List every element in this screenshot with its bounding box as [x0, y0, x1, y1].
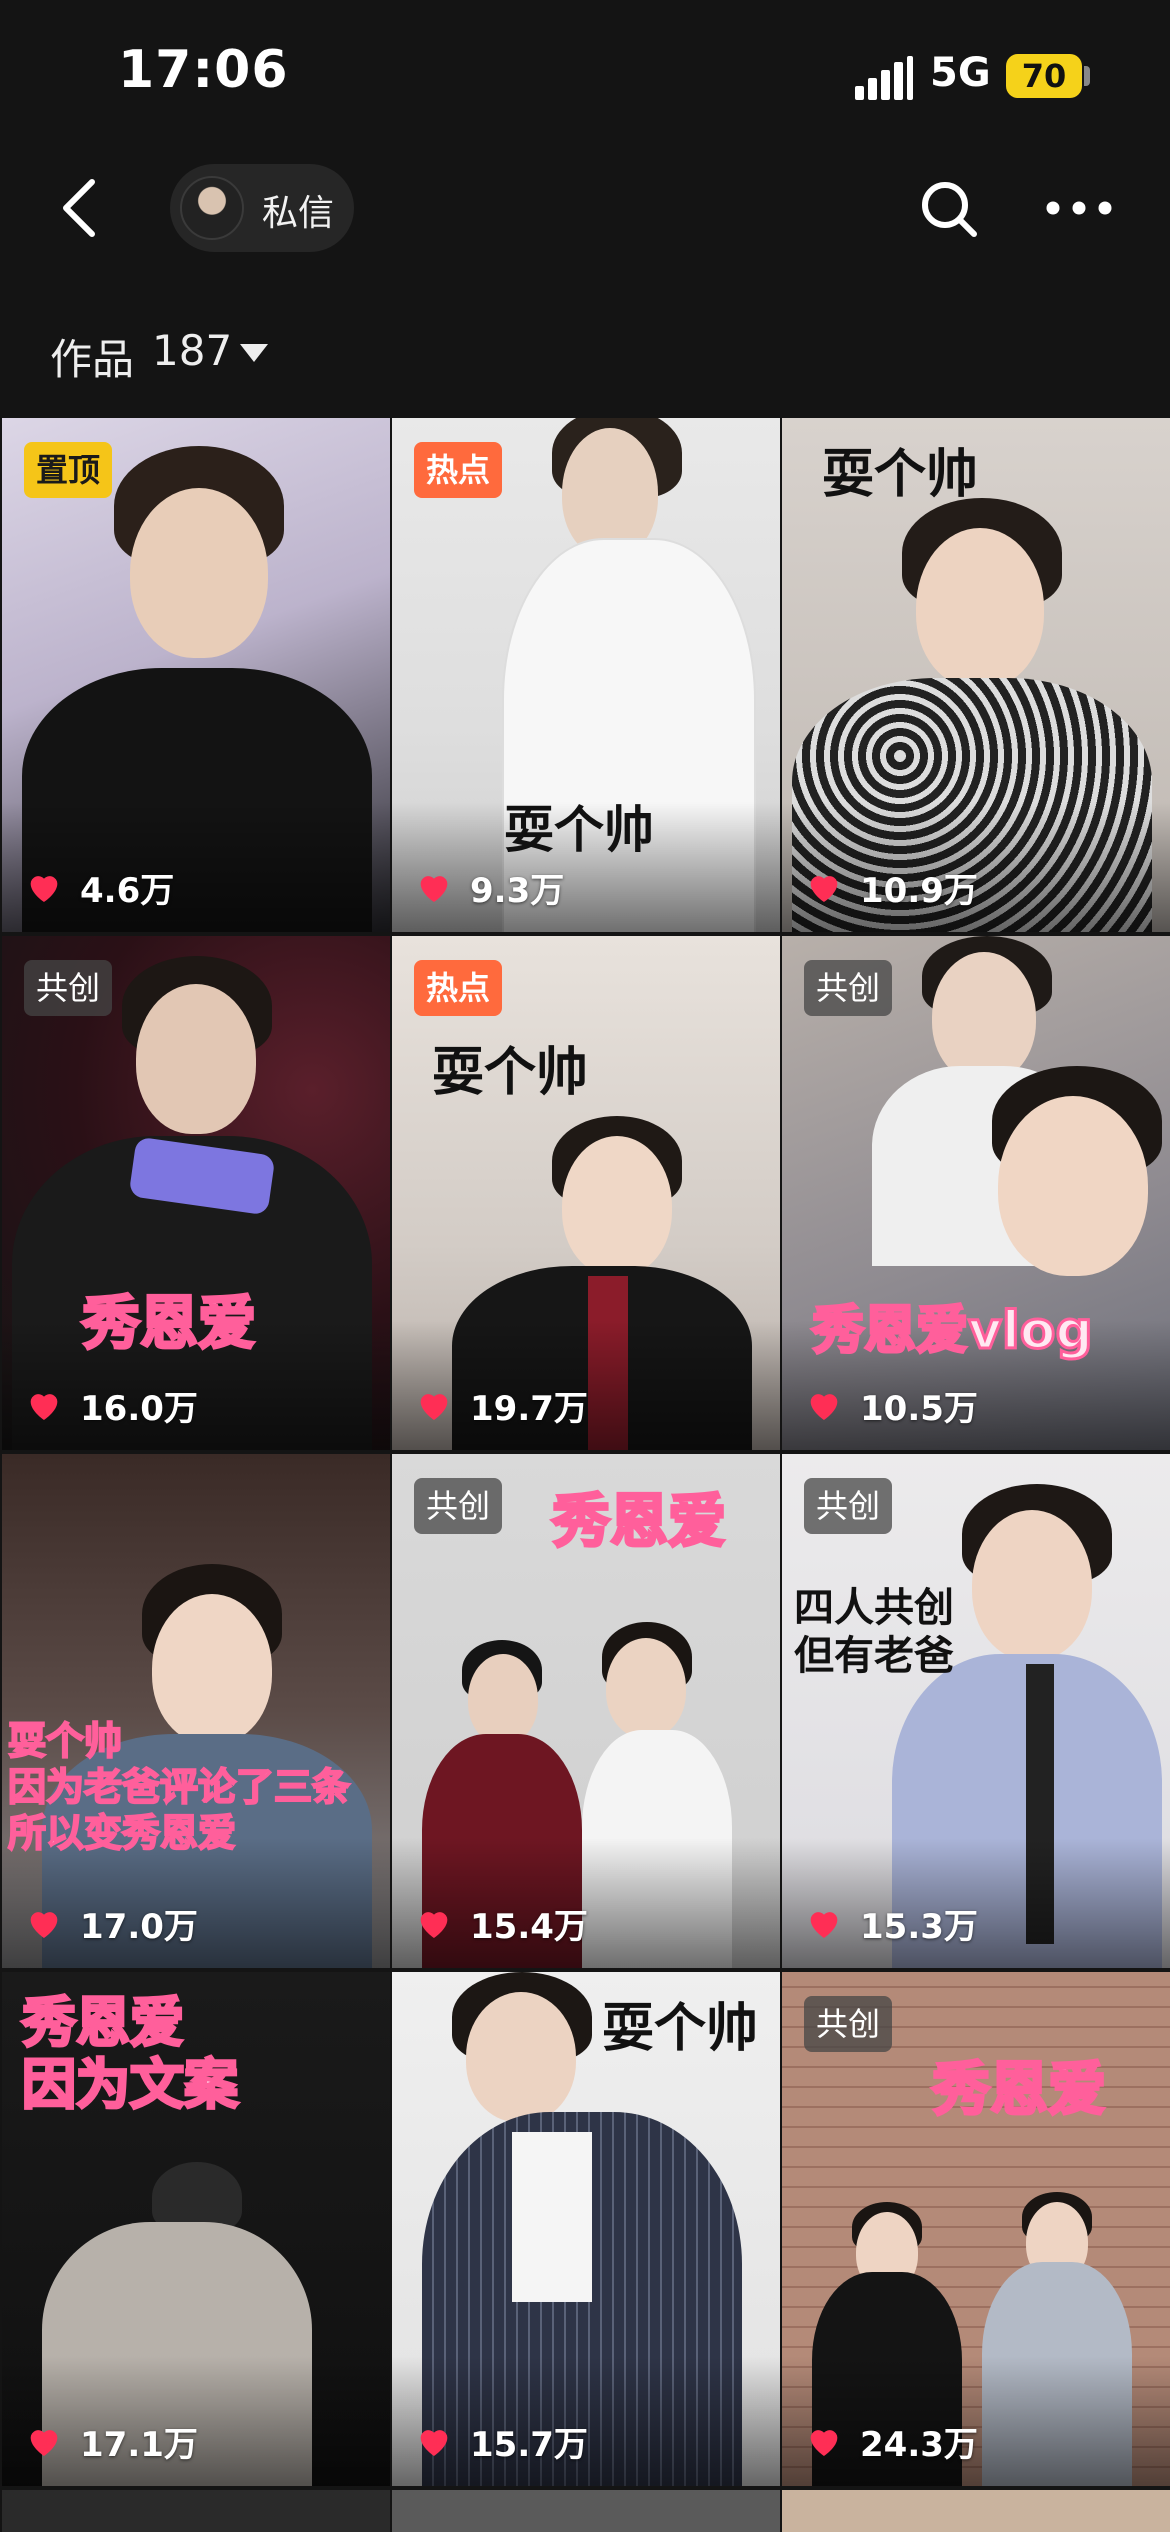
like-count-text: 4.6万 — [80, 870, 175, 911]
video-tile[interactable]: 共创 秀恩爱 16.0万 — [2, 936, 390, 1450]
co-create-badge: 共创 — [24, 960, 113, 1016]
like-count-text: 9.3万 — [470, 870, 565, 911]
like-count: 17.1万 — [24, 2416, 198, 2466]
heart-icon — [30, 1912, 58, 1938]
like-count-text: 17.0万 — [80, 1906, 198, 1947]
like-count-text: 24.3万 — [860, 2424, 978, 2465]
heart-icon — [30, 2430, 58, 2456]
signal-icon — [855, 56, 913, 100]
video-tile[interactable] — [392, 2490, 780, 2532]
video-tile[interactable]: 共创 秀恩爱 15.4万 — [392, 1454, 780, 1968]
like-count: 15.3万 — [804, 1898, 978, 1948]
video-tile[interactable]: 耍个帅 15.7万 — [392, 1972, 780, 2486]
avatar — [180, 176, 244, 240]
search-button[interactable] — [918, 178, 980, 240]
heart-icon — [420, 1912, 448, 1938]
like-count: 24.3万 — [804, 2416, 978, 2466]
more-button[interactable] — [1044, 190, 1114, 226]
video-tile[interactable]: 共创 四人共创 但有老爸 15.3万 — [782, 1454, 1170, 1968]
like-count: 10.5万 — [804, 1380, 978, 1430]
like-count: 17.0万 — [24, 1898, 198, 1948]
battery-level: 70 — [1006, 54, 1082, 98]
like-count-text: 10.5万 — [860, 1388, 978, 1429]
like-count-text: 15.4万 — [470, 1906, 588, 1947]
heart-icon — [420, 1394, 448, 1420]
heart-icon — [810, 1912, 838, 1938]
like-count-text: 17.1万 — [80, 2424, 198, 2465]
video-caption: 耍个帅 — [822, 445, 979, 505]
co-create-badge: 共创 — [804, 960, 893, 1016]
video-caption: 四人共创 但有老爸 — [794, 1585, 954, 1679]
video-tile[interactable] — [2, 2490, 390, 2532]
heart-icon — [810, 2430, 838, 2456]
heart-icon — [810, 1394, 838, 1420]
video-tile[interactable]: 置顶 4.6万 — [2, 418, 390, 932]
video-caption: 耍个帅 — [602, 1999, 759, 2059]
like-count-text: 15.3万 — [860, 1906, 978, 1947]
like-count-text: 16.0万 — [80, 1388, 198, 1429]
message-button[interactable]: 私信 — [170, 164, 354, 252]
like-count: 9.3万 — [414, 862, 564, 912]
video-caption: 秀恩爱 — [550, 1486, 727, 1557]
video-tile[interactable]: 耍个帅 因为老爸评论了三条 所以变秀恩爱 17.0万 — [2, 1454, 390, 1968]
chevron-left-icon — [63, 179, 95, 237]
caret-down-icon — [240, 344, 268, 362]
heart-icon — [30, 876, 58, 902]
top-nav: 私信 — [0, 150, 1170, 270]
like-count: 15.4万 — [414, 1898, 588, 1948]
video-tile[interactable]: 热点 耍个帅 9.3万 — [392, 418, 780, 932]
video-tile[interactable]: 秀恩爱 因为文案 17.1万 — [2, 1972, 390, 2486]
video-caption: 秀恩爱 — [80, 1288, 257, 1359]
hot-badge: 热点 — [414, 960, 503, 1016]
more-horizontal-icon — [1046, 201, 1112, 215]
network-type: 5G — [930, 50, 991, 96]
back-button[interactable] — [52, 176, 108, 240]
video-caption: 秀恩爱 因为文案 — [21, 1990, 240, 2117]
like-count: 16.0万 — [24, 1380, 198, 1430]
co-create-badge: 共创 — [414, 1478, 503, 1534]
like-count: 19.7万 — [414, 1380, 588, 1430]
like-count: 10.9万 — [804, 862, 978, 912]
video-caption: 耍个帅 — [432, 1043, 589, 1103]
like-count-text: 15.7万 — [470, 2424, 588, 2465]
heart-icon — [420, 876, 448, 902]
search-icon — [922, 182, 977, 237]
works-count: 187 — [152, 326, 233, 375]
video-tile[interactable] — [782, 2490, 1170, 2532]
video-caption: 秀恩爱 — [930, 2054, 1107, 2125]
like-count: 4.6万 — [24, 862, 174, 912]
profile-works-screen: { "status_bar": { "time": "17:06", "netw… — [0, 0, 1170, 2532]
heart-icon — [30, 1394, 58, 1420]
heart-icon — [420, 2430, 448, 2456]
video-tile[interactable]: 热点 耍个帅 19.7万 — [392, 936, 780, 1450]
video-caption: 秀恩爱vlog — [811, 1300, 1095, 1363]
pinned-badge: 置顶 — [24, 442, 113, 498]
video-tile[interactable]: 共创 秀恩爱vlog 10.5万 — [782, 936, 1170, 1450]
battery-icon — [1084, 66, 1090, 86]
video-tile[interactable]: 共创 秀恩爱 24.3万 — [782, 1972, 1170, 2486]
like-count-text: 19.7万 — [470, 1388, 588, 1429]
co-create-badge: 共创 — [804, 1478, 893, 1534]
video-grid: 置顶 4.6万 热点 耍个帅 9.3万 耍个帅 10.9万 共创 秀恩爱 16.… — [0, 418, 1170, 2532]
video-tile[interactable]: 耍个帅 10.9万 — [782, 418, 1170, 932]
like-count-text: 10.9万 — [860, 870, 978, 911]
works-label: 作品 — [50, 335, 135, 384]
video-caption: 耍个帅 — [504, 801, 654, 859]
hot-badge: 热点 — [414, 442, 503, 498]
co-create-badge: 共创 — [804, 1996, 893, 2052]
heart-icon — [810, 876, 838, 902]
like-count: 15.7万 — [414, 2416, 588, 2466]
video-caption: 耍个帅 因为老爸评论了三条 所以变秀恩爱 — [7, 1718, 351, 1856]
status-time: 17:06 — [118, 40, 289, 100]
message-label: 私信 — [262, 193, 335, 234]
status-bar: 17:06 5G 70 — [0, 0, 1170, 150]
